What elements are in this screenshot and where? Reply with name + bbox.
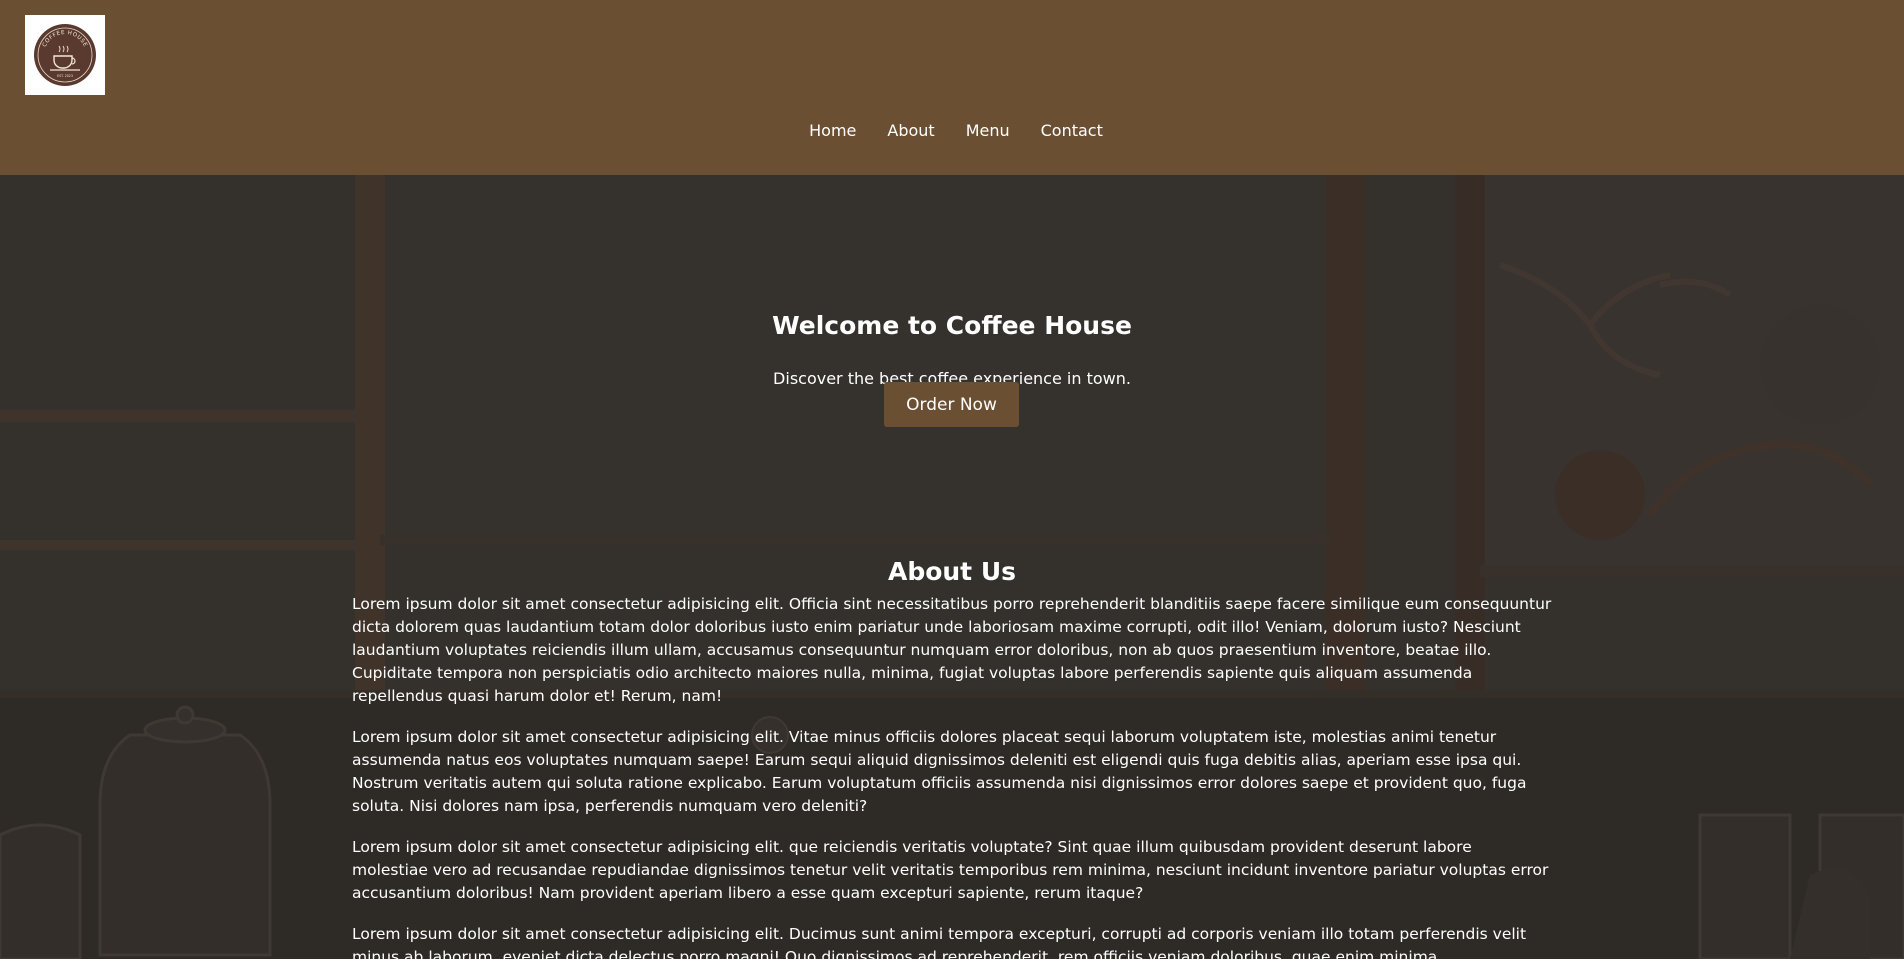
nav-home[interactable]: Home	[809, 119, 856, 143]
about-paragraph: Lorem ipsum dolor sit amet consectetur a…	[352, 838, 1549, 902]
about-paragraph: Lorem ipsum dolor sit amet consectetur a…	[352, 595, 1552, 705]
nav-menu[interactable]: Menu	[966, 119, 1010, 143]
site-header: COFFEE HOUSE EST. 2023 Home About Menu C…	[0, 0, 1904, 175]
nav-about[interactable]: About	[887, 119, 934, 143]
about-paragraph: Lorem ipsum dolor sit amet consectetur a…	[352, 728, 1527, 815]
main-content: Welcome to Coffee House Discover the bes…	[0, 175, 1904, 959]
about-title: About Us	[887, 556, 1017, 586]
logo[interactable]: COFFEE HOUSE EST. 2023	[25, 15, 105, 95]
nav-contact[interactable]: Contact	[1041, 119, 1103, 143]
about-text: Lorem ipsum dolor sit amet consectetur a…	[352, 593, 1552, 959]
hero-title: Welcome to Coffee House	[772, 310, 1132, 340]
order-now-button[interactable]: Order Now	[884, 382, 1019, 427]
main-nav: Home About Menu Contact	[0, 119, 1904, 143]
logo-text-bottom: EST. 2023	[57, 74, 73, 78]
coffee-cup-logo-icon: COFFEE HOUSE EST. 2023	[34, 24, 96, 86]
about-paragraph: Lorem ipsum dolor sit amet consectetur a…	[352, 925, 1527, 959]
